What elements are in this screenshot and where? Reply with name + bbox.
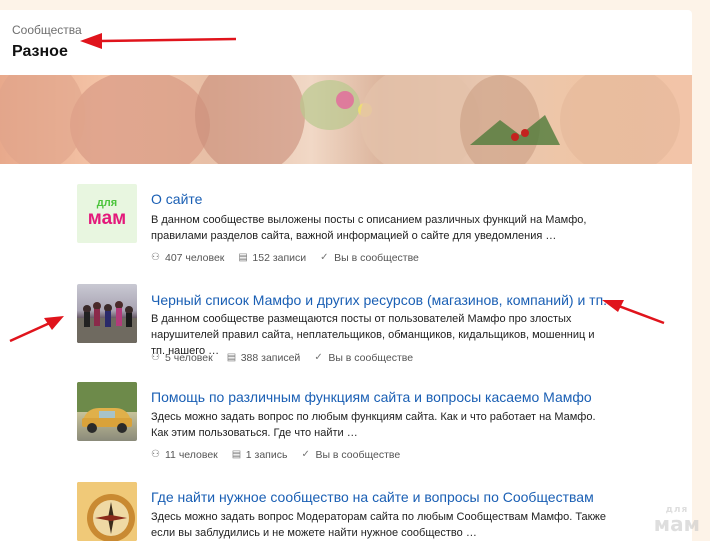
group-photo-image (77, 301, 137, 343)
posts-count: 152 записи (252, 252, 307, 264)
category-banner-image (0, 75, 692, 164)
car-photo-image (77, 382, 137, 433)
posts-count: 1 запись (245, 449, 288, 461)
members-count: 407 человек (165, 252, 225, 264)
community-meta: ⚇ 5 человек ▤ 388 записей ✓ Вы в сообществе (151, 352, 413, 364)
community-description: Здесь можно задать вопрос по любым функц… (151, 411, 596, 439)
logo-text-bottom: мам (87, 208, 127, 229)
members-count: 5 человек (165, 352, 213, 364)
page-title: Разное (12, 43, 68, 60)
community-meta: ⚇ 407 человек ▤ 152 записи ✓ Вы в сообществ… (151, 252, 419, 264)
membership-status[interactable]: Вы в сообществе (328, 352, 413, 364)
annotation-arrow-title (80, 33, 237, 49)
community-logo[interactable]: для мам (77, 184, 137, 243)
community-thumbnail[interactable] (77, 284, 137, 343)
community-item[interactable]: Черный список Мамфо и других ресурсов (м… (77, 284, 677, 364)
members-icon: ⚇ (151, 449, 160, 460)
check-icon: ✓ (314, 352, 323, 363)
community-title[interactable]: Помощь по различным функциям сайта и воп… (151, 389, 592, 405)
community-meta: ⚇ 11 человек ▤ 1 запись ✓ Вы в сообществе (151, 449, 400, 461)
watermark-bottom: мам (653, 512, 700, 536)
posts-icon: ▤ (231, 449, 242, 460)
communities-card: Сообщества Разное для мам О сайте В данн… (0, 10, 692, 541)
members-icon: ⚇ (151, 252, 160, 263)
posts-icon: ▤ (226, 352, 237, 363)
community-description: Здесь можно задать вопрос Модераторам са… (151, 511, 606, 539)
community-title[interactable]: Где найти нужное сообщество на сайте и в… (151, 489, 594, 505)
posts-icon: ▤ (238, 252, 248, 263)
annotation-arrow-right (602, 300, 665, 325)
membership-status[interactable]: Вы в сообществе (315, 449, 400, 461)
community-title[interactable]: Черный список Мамфо и других ресурсов (м… (151, 292, 607, 308)
community-thumbnail[interactable] (77, 382, 137, 441)
community-thumbnail[interactable] (77, 482, 137, 541)
compass-photo-image (77, 482, 137, 541)
check-icon: ✓ (320, 252, 329, 263)
site-watermark: для мам (653, 505, 700, 536)
members-icon: ⚇ (151, 352, 160, 363)
members-count: 11 человек (165, 449, 218, 461)
community-item[interactable]: Помощь по различным функциям сайта и воп… (77, 382, 677, 462)
community-description: В данном сообществе выложены посты с опи… (151, 214, 587, 242)
membership-status[interactable]: Вы в сообществе (334, 252, 419, 264)
community-item[interactable]: для мам О сайте В данном сообществе выло… (77, 184, 677, 264)
posts-count: 388 записей (240, 352, 301, 364)
check-icon: ✓ (301, 449, 310, 460)
community-item[interactable]: Где найти нужное сообщество на сайте и в… (77, 482, 677, 541)
community-title[interactable]: О сайте (151, 191, 202, 207)
annotation-arrow-left (9, 316, 64, 343)
breadcrumb-communities[interactable]: Сообщества (12, 23, 82, 37)
banner-illustration (0, 75, 680, 164)
